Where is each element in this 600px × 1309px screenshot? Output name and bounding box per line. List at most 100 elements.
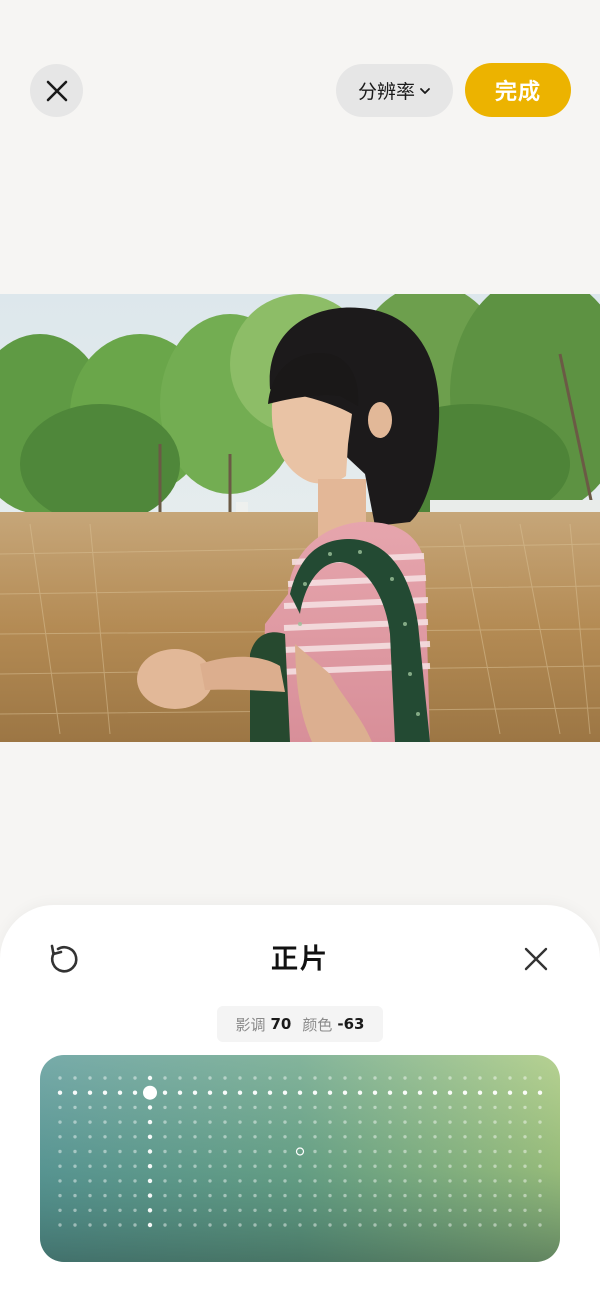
tone-value: 70 — [270, 1015, 292, 1033]
grid-dot — [388, 1164, 392, 1168]
grid-dot — [163, 1135, 167, 1139]
grid-dot — [493, 1149, 497, 1154]
grid-dot — [508, 1179, 512, 1183]
grid-dot — [358, 1179, 362, 1183]
grid-dot — [418, 1193, 422, 1198]
grid-dot — [328, 1120, 332, 1124]
grid-dot — [463, 1120, 467, 1124]
grid-dot — [403, 1179, 407, 1183]
grid-dot — [193, 1105, 197, 1110]
grid-dot — [163, 1105, 167, 1110]
grid-dot — [268, 1105, 272, 1110]
grid-dot — [493, 1120, 497, 1124]
grid-dot — [448, 1223, 452, 1227]
grid-dot — [58, 1076, 62, 1080]
selected-point-handle[interactable] — [143, 1085, 157, 1100]
grid-dot — [313, 1105, 317, 1110]
grid-dot — [58, 1193, 62, 1198]
grid-dot — [118, 1149, 122, 1154]
grid-dot — [433, 1179, 437, 1183]
grid-dot — [328, 1193, 332, 1198]
grid-dot — [403, 1120, 407, 1124]
grid-dot — [133, 1149, 137, 1154]
sheet-close-button[interactable] — [516, 939, 556, 979]
grid-dot — [463, 1193, 467, 1198]
grid-dot — [343, 1135, 347, 1139]
grid-dot — [358, 1120, 362, 1124]
grid-dot — [58, 1120, 62, 1124]
grid-dot — [373, 1120, 377, 1124]
grid-dot — [147, 1105, 153, 1110]
grid-dot — [463, 1105, 467, 1110]
grid-dot — [178, 1208, 182, 1212]
grid-dot — [343, 1193, 347, 1198]
grid-dot — [178, 1164, 182, 1168]
grid-dot — [538, 1135, 542, 1139]
grid-dot — [268, 1120, 272, 1124]
grid-dot — [57, 1090, 63, 1095]
grid-dot — [298, 1223, 302, 1227]
grid-dot — [493, 1076, 497, 1080]
grid-dot — [73, 1223, 77, 1227]
grid-dot — [477, 1090, 483, 1095]
grid-dot — [298, 1105, 302, 1110]
tone-color-pad[interactable] — [40, 1055, 560, 1262]
grid-dot — [103, 1179, 107, 1183]
grid-dot — [537, 1090, 543, 1095]
grid-dot — [403, 1223, 407, 1227]
grid-dot — [178, 1223, 182, 1227]
grid-dot — [163, 1208, 167, 1212]
grid-dot — [253, 1149, 257, 1154]
grid-dot — [163, 1193, 167, 1198]
grid-dot — [538, 1179, 542, 1183]
grid-dot — [388, 1135, 392, 1139]
grid-dot — [342, 1090, 348, 1095]
grid-dot — [133, 1105, 137, 1110]
grid-dot — [223, 1149, 227, 1154]
grid-dot — [418, 1149, 422, 1154]
grid-dot — [208, 1208, 212, 1212]
grid-dot — [283, 1223, 287, 1227]
grid-dot — [133, 1164, 137, 1168]
grid-dot — [268, 1076, 272, 1080]
grid-dot — [163, 1223, 167, 1227]
grid-dot — [373, 1164, 377, 1168]
grid-dot — [238, 1164, 242, 1168]
grid-dot — [388, 1105, 392, 1110]
value-readout: 影调 70 颜色 -63 — [217, 1006, 383, 1042]
grid-dot — [523, 1135, 527, 1139]
grid-dot — [313, 1120, 317, 1124]
grid-dot — [118, 1208, 122, 1212]
grid-dot — [103, 1164, 107, 1168]
grid-dot — [253, 1179, 257, 1183]
grid-dot — [478, 1120, 482, 1124]
grid-dot — [253, 1105, 257, 1110]
grid-dot — [253, 1223, 257, 1227]
grid-dot — [313, 1193, 317, 1198]
close-button[interactable] — [30, 64, 83, 117]
grid-dot — [208, 1223, 212, 1227]
grid-dot — [358, 1223, 362, 1227]
grid-dot — [433, 1135, 437, 1139]
grid-dot — [103, 1120, 107, 1124]
resolution-dropdown[interactable]: 分辨率 — [336, 64, 453, 117]
grid-dot — [313, 1223, 317, 1227]
grid-dot — [223, 1193, 227, 1198]
grid-dot — [448, 1208, 452, 1212]
grid-dot — [253, 1193, 257, 1198]
grid-dot — [88, 1135, 92, 1139]
grid-dot — [73, 1105, 77, 1110]
color-value: -63 — [337, 1015, 365, 1033]
grid-dot — [433, 1223, 437, 1227]
grid-dot — [388, 1076, 392, 1080]
grid-dot — [373, 1105, 377, 1110]
grid-dot — [403, 1193, 407, 1198]
grid-dot — [103, 1076, 107, 1080]
grid-dot — [58, 1179, 62, 1183]
grid-dot — [133, 1135, 137, 1139]
grid-dot — [133, 1193, 137, 1198]
grid-dot — [433, 1120, 437, 1124]
grid-dot — [478, 1164, 482, 1168]
grid-dot — [508, 1149, 512, 1154]
done-button[interactable]: 完成 — [465, 63, 571, 117]
